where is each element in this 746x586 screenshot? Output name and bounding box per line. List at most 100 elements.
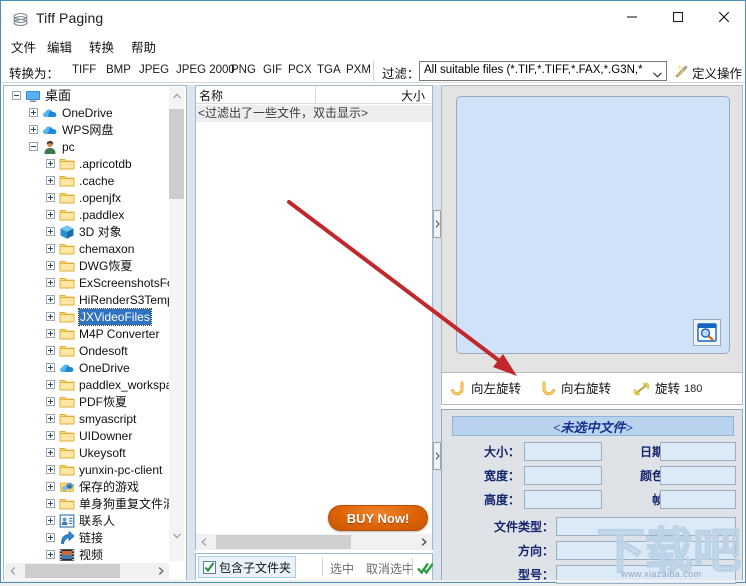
- expand-icon[interactable]: [46, 363, 55, 372]
- list-scroll-left-button[interactable]: [197, 535, 211, 549]
- expand-icon[interactable]: [46, 516, 55, 525]
- tree-item-保存的游戏[interactable]: 保存的游戏: [4, 478, 139, 495]
- property-value[interactable]: [556, 517, 736, 536]
- column-divider[interactable]: [315, 87, 316, 103]
- property-value[interactable]: [660, 442, 736, 461]
- filtered-files-note[interactable]: <过滤出了一些文件，双击显示>: [196, 105, 432, 122]
- tree-scroll-thumb[interactable]: [169, 109, 184, 199]
- menu-help[interactable]: 帮助: [129, 39, 158, 57]
- scroll-up-button[interactable]: [169, 87, 184, 104]
- menu-convert[interactable]: 转换: [87, 39, 116, 57]
- tree-item-OneDrive[interactable]: OneDrive: [4, 359, 130, 376]
- expand-icon[interactable]: [46, 482, 55, 491]
- tree-item-.cache[interactable]: .cache: [4, 172, 114, 189]
- tree-item-Ondesoft[interactable]: Ondesoft: [4, 342, 128, 359]
- expand-icon[interactable]: [46, 210, 55, 219]
- expand-icon[interactable]: [46, 448, 55, 457]
- tree-item-.openjfx[interactable]: .openjfx: [4, 189, 121, 206]
- tree-item-.paddlex[interactable]: .paddlex: [4, 206, 124, 223]
- column-header-name[interactable]: 名称: [199, 87, 223, 104]
- magnifier-window-icon[interactable]: [693, 319, 721, 346]
- expand-icon[interactable]: [46, 346, 55, 355]
- expand-icon[interactable]: [46, 533, 55, 542]
- expand-icon[interactable]: [46, 193, 55, 202]
- tree-item-.apricotdb[interactable]: .apricotdb: [4, 155, 132, 172]
- expand-icon[interactable]: [46, 414, 55, 423]
- tree-item-ExScreenshotsFolde[interactable]: ExScreenshotsFolde: [4, 274, 170, 291]
- splitter-grip-top[interactable]: [433, 210, 441, 238]
- tree-item-PDF恢夏[interactable]: PDF恢夏: [4, 393, 127, 410]
- buy-now-button[interactable]: BUY Now!: [328, 505, 428, 531]
- tree-item-WPS网盘[interactable]: WPS网盘: [4, 121, 113, 138]
- tree-hscroll-thumb[interactable]: [25, 564, 120, 578]
- tree-item-链接[interactable]: 链接: [4, 529, 103, 546]
- tree-item-DWG恢夏[interactable]: DWG恢夏: [4, 257, 132, 274]
- property-value[interactable]: [524, 466, 602, 485]
- include-subfolders-toggle[interactable]: 包含子文件夹: [198, 556, 297, 578]
- scroll-down-button[interactable]: [169, 527, 184, 544]
- tree-item-OneDrive[interactable]: OneDrive: [4, 104, 113, 121]
- expand-icon[interactable]: [46, 295, 55, 304]
- tree-vertical-scrollbar[interactable]: [169, 87, 184, 561]
- expand-icon[interactable]: [46, 312, 55, 321]
- format-bmp[interactable]: BMP: [106, 64, 131, 76]
- deselect-button[interactable]: 取消选中: [366, 560, 414, 577]
- expand-icon[interactable]: [46, 550, 55, 559]
- column-header-size[interactable]: 大小: [401, 87, 425, 104]
- format-pxm[interactable]: PXM: [346, 64, 371, 76]
- scroll-right-button[interactable]: [154, 564, 168, 578]
- expand-icon[interactable]: [46, 380, 55, 389]
- tree-item-paddlex_workspace[interactable]: paddlex_workspace: [4, 376, 170, 393]
- select-button[interactable]: 选中: [330, 560, 354, 577]
- expand-icon[interactable]: [46, 499, 55, 508]
- format-pcx[interactable]: PCX: [288, 64, 312, 76]
- expand-icon[interactable]: [46, 397, 55, 406]
- rotate-right-button[interactable]: 向右旋转: [538, 379, 611, 399]
- rotate-left-button[interactable]: 向左旋转: [448, 379, 521, 399]
- format-tga[interactable]: TGA: [317, 64, 341, 76]
- expand-icon[interactable]: [29, 108, 38, 117]
- expand-icon[interactable]: [46, 329, 55, 338]
- menu-edit[interactable]: 编辑: [45, 39, 74, 57]
- tree-item-Ukeysoft[interactable]: Ukeysoft: [4, 444, 126, 461]
- maximize-button[interactable]: [655, 1, 701, 33]
- tree-item-pc[interactable]: pc: [4, 138, 75, 155]
- menu-file[interactable]: 文件: [9, 39, 38, 57]
- expand-icon[interactable]: [46, 465, 55, 474]
- tree-item-HiRenderS3Temp[interactable]: HiRenderS3Temp: [4, 291, 170, 308]
- splitter-left[interactable]: [187, 85, 195, 581]
- property-value[interactable]: [660, 490, 736, 509]
- file-list-horizontal-scrollbar[interactable]: [195, 534, 433, 550]
- rotate-180-button[interactable]: 旋转 180: [632, 379, 702, 399]
- folder-tree[interactable]: 桌面 OneDrive WPS网盘 pc .apricotdb .cache .openjf…: [4, 86, 170, 562]
- collapse-icon[interactable]: [12, 91, 21, 100]
- define-operation-button[interactable]: 定义操作: [692, 63, 742, 82]
- expand-icon[interactable]: [46, 278, 55, 287]
- expand-icon[interactable]: [46, 261, 55, 270]
- expand-icon[interactable]: [46, 159, 55, 168]
- tree-item-chemaxon[interactable]: chemaxon: [4, 240, 134, 257]
- expand-icon[interactable]: [29, 125, 38, 134]
- tree-item-UIDowner[interactable]: UIDowner: [4, 427, 132, 444]
- format-jpeg[interactable]: JPEG: [139, 64, 169, 76]
- expand-icon[interactable]: [46, 244, 55, 253]
- tree-item-smyascript[interactable]: smyascript: [4, 410, 136, 427]
- expand-icon[interactable]: [46, 176, 55, 185]
- tree-item-联系人[interactable]: 联系人: [4, 512, 115, 529]
- format-png[interactable]: PNG: [231, 64, 256, 76]
- collapse-icon[interactable]: [29, 142, 38, 151]
- tree-item-3D 对象[interactable]: 3D 对象: [4, 223, 122, 240]
- tree-item-桌面[interactable]: 桌面: [4, 87, 71, 104]
- tree-item-M4P Converter[interactable]: M4P Converter: [4, 325, 159, 342]
- property-value[interactable]: [524, 490, 602, 509]
- splitter-grip-bottom[interactable]: [433, 442, 441, 470]
- tree-item-JXVideoFiles[interactable]: JXVideoFiles: [4, 307, 152, 326]
- splitter-right[interactable]: [433, 85, 441, 581]
- format-gif[interactable]: GIF: [263, 64, 282, 76]
- filter-select[interactable]: All suitable files (*.TIF,*.TIFF,*.FAX,*…: [419, 61, 667, 81]
- scroll-left-button[interactable]: [6, 564, 20, 578]
- list-hscroll-thumb[interactable]: [216, 535, 351, 549]
- property-value[interactable]: [524, 442, 602, 461]
- tree-item-视频[interactable]: 视频: [4, 546, 103, 562]
- format-tiff[interactable]: TIFF: [72, 64, 96, 76]
